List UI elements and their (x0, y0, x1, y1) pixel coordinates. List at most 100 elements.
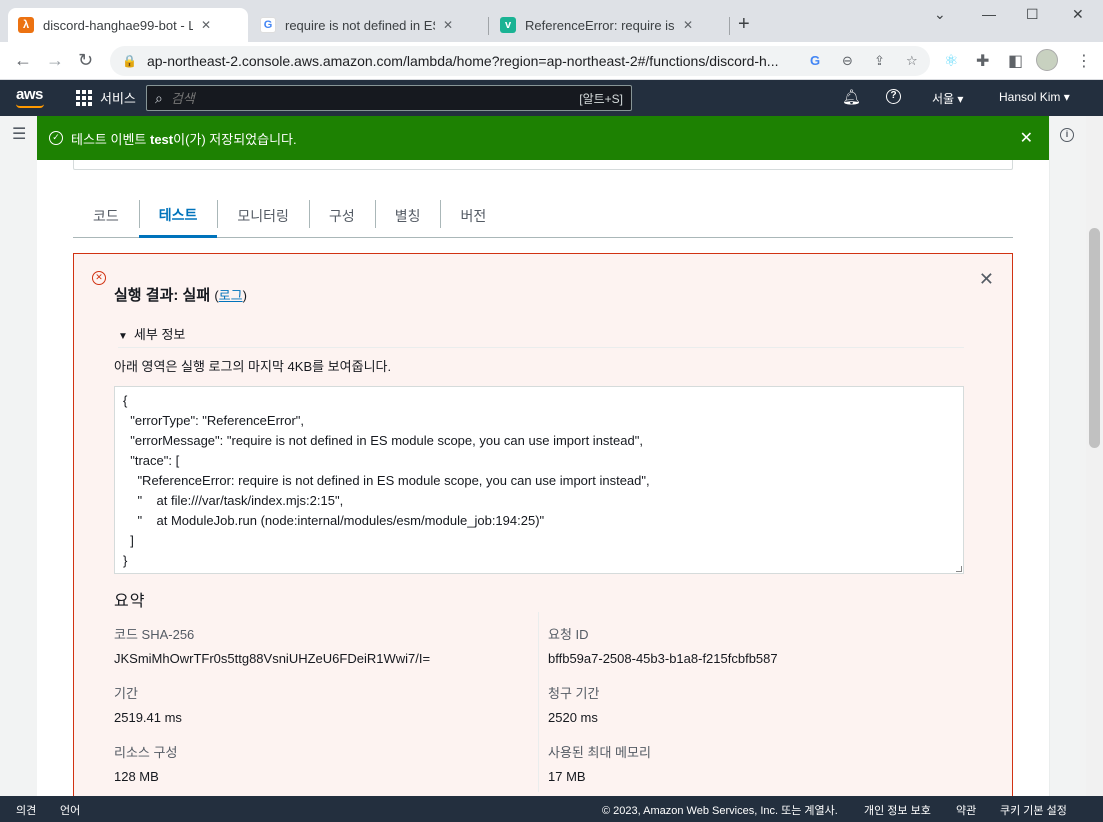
flash-message: 테스트 이벤트 test이(가) 저장되었습니다. (71, 129, 297, 148)
chevron-down-icon[interactable]: ⌄ (934, 6, 946, 23)
privacy-link[interactable]: 개인 정보 보호 (864, 802, 931, 818)
search-shortcut: [알트+S] (579, 91, 623, 106)
right-rail: i (1049, 116, 1086, 796)
tab-title: ReferenceError: require is not de (525, 17, 675, 33)
tab-test[interactable]: 테스트 (138, 194, 218, 238)
services-menu[interactable]: 서비스 (76, 88, 136, 107)
request-id-field: 요청 ID bffb59a7-2508-45b3-b1a8-f215fcbfb5… (548, 624, 778, 666)
cookie-preferences-link[interactable]: 쿠키 기본 설정 (1000, 802, 1067, 818)
address-bar[interactable]: 🔒 ap-northeast-2.console.aws.amazon.com/… (110, 46, 930, 76)
new-tab-icon[interactable]: + (738, 13, 750, 36)
aws-smile-icon (16, 104, 44, 108)
terms-link[interactable]: 약관 (956, 802, 976, 818)
left-rail: ☰ (0, 116, 37, 796)
close-icon[interactable]: ✕ (1020, 128, 1033, 148)
details-label: 세부 정보 (133, 327, 186, 342)
resources-label: 리소스 구성 (114, 745, 178, 760)
share-icon[interactable]: ⇪ (874, 53, 885, 69)
tab-separator (729, 17, 730, 35)
tab-code[interactable]: 코드 (73, 194, 139, 238)
google-icon: G (260, 17, 276, 33)
tab-separator (488, 17, 489, 35)
close-icon[interactable]: ✕ (443, 18, 453, 32)
tab-monitoring[interactable]: 모니터링 (217, 194, 309, 238)
code-sha-label: 코드 SHA-256 (114, 627, 195, 642)
grid-icon (76, 89, 92, 106)
search-input[interactable] (170, 90, 580, 106)
caret-down-icon: ▼ (118, 331, 128, 342)
menu-icon[interactable]: ☰ (12, 124, 26, 144)
column-divider (538, 612, 539, 792)
check-circle-icon: ✓ (49, 131, 63, 145)
aws-top-nav: aws 서비스 ⌕ [알트+S] 🔔︎ ? 서울 ▾ Hansol Kim ▾ (0, 80, 1103, 116)
help-icon[interactable]: ? (886, 89, 901, 104)
duration-field: 기간 2519.41 ms (114, 683, 182, 725)
tab-configuration[interactable]: 구성 (308, 194, 375, 238)
copyright-text: © 2023, Amazon Web Services, Inc. 또는 계열사… (602, 805, 838, 817)
services-label: 서비스 (100, 91, 136, 106)
summary-title: 요약 (114, 593, 146, 610)
details-expander[interactable]: ▼ 세부 정보 (118, 324, 964, 348)
function-tabs: 코드 테스트 모니터링 구성 별칭 버전 (73, 194, 1013, 238)
maximize-icon[interactable]: ☐ (1026, 6, 1039, 23)
success-flash-banner: ✓ 테스트 이벤트 test이(가) 저장되었습니다. ✕ (37, 116, 1049, 160)
window-close-icon[interactable]: ✕ (1072, 6, 1084, 23)
aws-footer: 의견 언어 © 2023, Amazon Web Services, Inc. … (0, 796, 1103, 822)
duration-label: 기간 (114, 686, 138, 701)
react-devtools-icon[interactable]: ⚛ (944, 51, 958, 71)
google-icon[interactable]: G (810, 53, 820, 68)
bell-icon[interactable]: 🔔︎ (842, 88, 861, 106)
close-icon[interactable]: ✕ (201, 18, 211, 32)
feedback-link[interactable]: 의견 (16, 802, 36, 818)
user-menu[interactable]: Hansol Kim ▾ (999, 90, 1070, 104)
minimize-icon[interactable]: — (982, 6, 996, 22)
resize-grip-icon[interactable] (956, 566, 962, 572)
request-id-label: 요청 ID (548, 627, 589, 642)
logs-link[interactable]: 로그 (219, 288, 243, 303)
language-link[interactable]: 언어 (60, 802, 80, 818)
page-scrollbar[interactable] (1086, 116, 1103, 796)
zoom-icon[interactable]: ⊖ (842, 53, 853, 69)
billed-duration-value: 2520 ms (548, 710, 598, 725)
more-menu-icon[interactable]: ⋮ (1076, 51, 1092, 71)
lock-icon[interactable]: 🔒 (122, 54, 137, 68)
forward-arrow-icon[interactable]: → (46, 50, 64, 71)
browser-tab-lambda[interactable]: λ discord-hanghae99-bot - Lambda ✕ (8, 8, 248, 42)
result-header: 실행 결과: 실패 (로그) (114, 284, 247, 305)
request-id-value: bffb59a7-2508-45b3-b1a8-f215fcbfb587 (548, 651, 778, 666)
region-selector[interactable]: 서울 ▾ (932, 90, 963, 107)
aws-logo[interactable]: aws (16, 86, 43, 103)
close-icon[interactable]: ✕ (979, 269, 994, 290)
result-title: 실행 결과: 실패 (114, 287, 211, 304)
log-description: 아래 영역은 실행 로그의 마지막 4KB를 보여줍니다. (114, 359, 392, 374)
reload-icon[interactable]: ↻ (78, 50, 93, 71)
extensions-puzzle-icon[interactable]: ✚ (976, 51, 989, 71)
scrollbar-thumb[interactable] (1089, 228, 1100, 448)
flash-prefix: 테스트 이벤트 (71, 131, 150, 147)
profile-avatar[interactable] (1036, 49, 1058, 71)
info-icon[interactable]: i (1060, 128, 1074, 142)
v-icon: v (500, 17, 516, 33)
execution-result-panel: ✕ 실행 결과: 실패 (로그) ✕ ▼ 세부 정보 아래 영역은 실행 로그의 … (73, 253, 1013, 796)
close-icon[interactable]: ✕ (683, 18, 693, 32)
flash-event-name: test (149, 131, 174, 147)
execution-log-output[interactable]: { "errorType": "ReferenceError", "errorM… (114, 386, 964, 574)
tab-versions[interactable]: 버전 (440, 194, 506, 238)
tab-title: discord-hanghae99-bot - Lambda (43, 17, 193, 33)
back-arrow-icon[interactable]: ← (14, 50, 32, 71)
url-text[interactable]: ap-northeast-2.console.aws.amazon.com/la… (147, 53, 807, 69)
flash-suffix: 이(가) 저장되었습니다. (173, 131, 297, 147)
search-box[interactable]: ⌕ [알트+S] (146, 85, 632, 111)
max-memory-field: 사용된 최대 메모리 17 MB (548, 742, 651, 784)
browser-tab-google[interactable]: G require is not defined in ES mod ✕ (250, 8, 488, 42)
tab-aliases[interactable]: 별칭 (374, 194, 441, 238)
error-circle-icon: ✕ (92, 271, 106, 285)
side-panel-icon[interactable]: ◧ (1008, 51, 1023, 71)
browser-tab-strip: λ discord-hanghae99-bot - Lambda ✕ G req… (0, 0, 1103, 42)
resources-field: 리소스 구성 128 MB (114, 742, 177, 784)
browser-tab-referenceerror[interactable]: v ReferenceError: require is not de ✕ (490, 8, 728, 42)
code-sha-field: 코드 SHA-256 JKSmiMhOwrTFr0s5ttg88VsniUHZe… (114, 624, 430, 666)
star-icon[interactable]: ☆ (906, 53, 918, 69)
duration-value: 2519.41 ms (114, 710, 182, 725)
max-memory-value: 17 MB (548, 769, 586, 784)
